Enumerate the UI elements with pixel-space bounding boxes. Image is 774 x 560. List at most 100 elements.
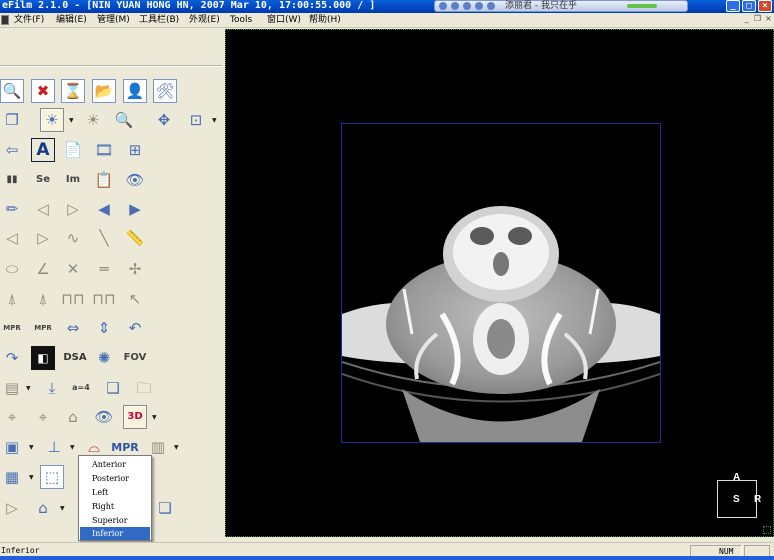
folder-outline-icon[interactable]: 🗀 [132,376,156,400]
grid-panel-icon[interactable]: ▦ [0,465,24,489]
histogram-dropdown-icon[interactable]: ▼ [174,445,179,451]
hourglass-icon[interactable]: ⌛ [61,79,85,103]
mdi-minimize-button[interactable]: _ [741,14,752,25]
mdi-close-button[interactable]: × [763,14,774,25]
orientation-option-anterior[interactable]: Anterior [80,458,150,471]
angle-icon[interactable]: ∠ [31,257,55,281]
cine-reel-icon[interactable]: ✺ [92,346,116,370]
tools-icon[interactable]: 🛠 [153,79,177,103]
stop-icon[interactable] [475,2,483,10]
ellipse-roi-icon[interactable]: ⬭ [0,257,24,281]
rotate-right-icon[interactable]: ↷ [0,346,24,370]
flip-vertical-icon[interactable]: ⇕ [92,316,116,340]
series-next-icon[interactable]: ▷ [61,197,85,221]
image-prev-icon[interactable]: ◁ [0,226,24,250]
query-search-icon[interactable]: 🔍 [0,79,24,103]
invert-icon[interactable]: ◧ [31,346,55,370]
body-figure-icon[interactable]: ⍋ [0,287,24,311]
stack-icon[interactable]: ❏ [101,376,125,400]
body-figure-alt-icon[interactable]: ⍋ [31,287,55,311]
spine-label-icon[interactable]: ✢ [123,257,147,281]
export-icon[interactable]: ⤓ [40,376,64,400]
mpr-cross-icon[interactable]: MPR [31,316,55,340]
brightness-icon[interactable]: ☀ [81,108,105,132]
print-layout-icon[interactable]: ▤ [0,376,24,400]
hanging-protocol-dropdown-icon[interactable]: ▼ [60,506,65,512]
menu-appearance[interactable]: 外观(E) [189,13,220,27]
axis-icon[interactable]: ⊥ [42,435,66,459]
3d-render-icon[interactable]: 3D [123,405,147,429]
media-player-bar[interactable]: 添丽君 - 我只在乎 [434,0,688,12]
eye-toggle-icon[interactable]: 👁 [92,405,116,429]
mdi-restore-button[interactable]: ❐ [752,14,763,25]
previous-arrow-icon[interactable]: ⇦ [0,138,24,162]
fov-button[interactable]: FOV [123,346,147,370]
print-stack-icon[interactable]: ❏ [153,496,177,520]
next-track-icon[interactable] [487,2,495,10]
menu-manage[interactable]: 管理(M) [97,13,130,27]
cobb-angle-icon[interactable]: ✕ [61,257,85,281]
menu-edit[interactable]: 编辑(E) [56,13,87,27]
calibrate-ruler-icon[interactable]: ═ [92,257,116,281]
freehand-icon[interactable]: ∿ [61,226,85,250]
series-link-icon[interactable]: Se [31,168,55,192]
orientation-option-left[interactable]: Left [80,486,150,499]
app-document-icon[interactable] [1,15,9,25]
series-back-icon[interactable]: ◀ [92,197,116,221]
image-link-icon[interactable]: Im [61,168,85,192]
volume-slider[interactable] [627,4,657,8]
3d-render-dropdown-icon[interactable]: ▼ [152,415,157,421]
menu-help[interactable]: 帮助(H) [309,13,341,27]
open-folder-icon[interactable]: 📂 [92,79,116,103]
link-views-alt-icon[interactable]: ⊓⊓ [92,287,116,311]
hanging-protocol-icon[interactable]: ⌂ [31,496,55,520]
orientation-option-superior[interactable]: Superior [80,514,150,527]
prev-track-icon[interactable] [439,2,447,10]
delete-icon[interactable]: ✖ [31,79,55,103]
orientation-option-right[interactable]: Right [80,500,150,513]
zoom-region-icon[interactable]: ⊡ [184,108,208,132]
frame-select-icon[interactable]: ▣ [0,435,24,459]
grid-panel-dropdown-icon[interactable]: ▼ [29,475,34,481]
menu-window[interactable]: 窗口(W) [267,13,301,27]
maximize-button[interactable]: □ [742,0,756,12]
crosshair-icon[interactable]: ⌖ [0,405,24,429]
compare-icon[interactable]: ▮▮ [0,168,24,192]
menu-file[interactable]: 文件(F) [14,13,44,27]
series-prev-icon[interactable]: ◁ [31,197,55,221]
film-reel-icon[interactable]: 🎞 [92,138,116,162]
notes-icon[interactable]: 📋 [92,168,116,192]
zoom-icon[interactable]: 🔍 [112,108,136,132]
print-layout-dropdown-icon[interactable]: ▼ [26,386,31,392]
mpr-small-icon[interactable]: MPR [0,316,24,340]
ct-image-frame[interactable] [341,123,661,443]
viewport-resize-corner[interactable] [763,526,771,534]
minimize-button[interactable]: _ [726,0,740,12]
dsa-button[interactable]: DSA [61,346,89,370]
rotate-left-icon[interactable]: ↶ [123,316,147,340]
close-button[interactable]: × [758,0,772,12]
rewind-icon[interactable] [451,2,459,10]
cascade-windows-icon[interactable]: ❐ [0,108,24,132]
user-icon[interactable]: 👤 [123,79,147,103]
frame-select-dropdown-icon[interactable]: ▼ [29,445,34,451]
layout-grid-icon[interactable]: ⊞ [123,138,147,162]
orientation-option-posterior[interactable]: Posterior [80,472,150,485]
overlay-icon[interactable]: ⌂ [61,405,85,429]
menu-tools[interactable]: Tools [230,13,252,27]
orientation-option-inferior[interactable]: Inferior [80,527,150,540]
line-measure-icon[interactable]: ╲ [92,226,116,250]
view-eye-icon[interactable]: 👁 [123,168,147,192]
report-icon[interactable]: 📄 [61,138,85,162]
axis-dropdown-icon[interactable]: ▼ [70,445,75,451]
image-next-icon[interactable]: ▷ [31,226,55,250]
zoom-region-dropdown-icon[interactable]: ▼ [212,118,217,124]
draw-pen-icon[interactable]: ✏ [0,197,24,221]
menu-toolbar[interactable]: 工具栏(B) [139,13,179,27]
pan-icon[interactable]: ✥ [152,108,176,132]
counter-icon[interactable]: a=4 [69,376,93,400]
link-views-icon[interactable]: ⊓⊓ [61,287,85,311]
image-select-icon[interactable]: ⬚ [40,465,64,489]
pause-icon[interactable] [463,2,471,10]
cursor-sync-icon[interactable]: ↖ [123,287,147,311]
